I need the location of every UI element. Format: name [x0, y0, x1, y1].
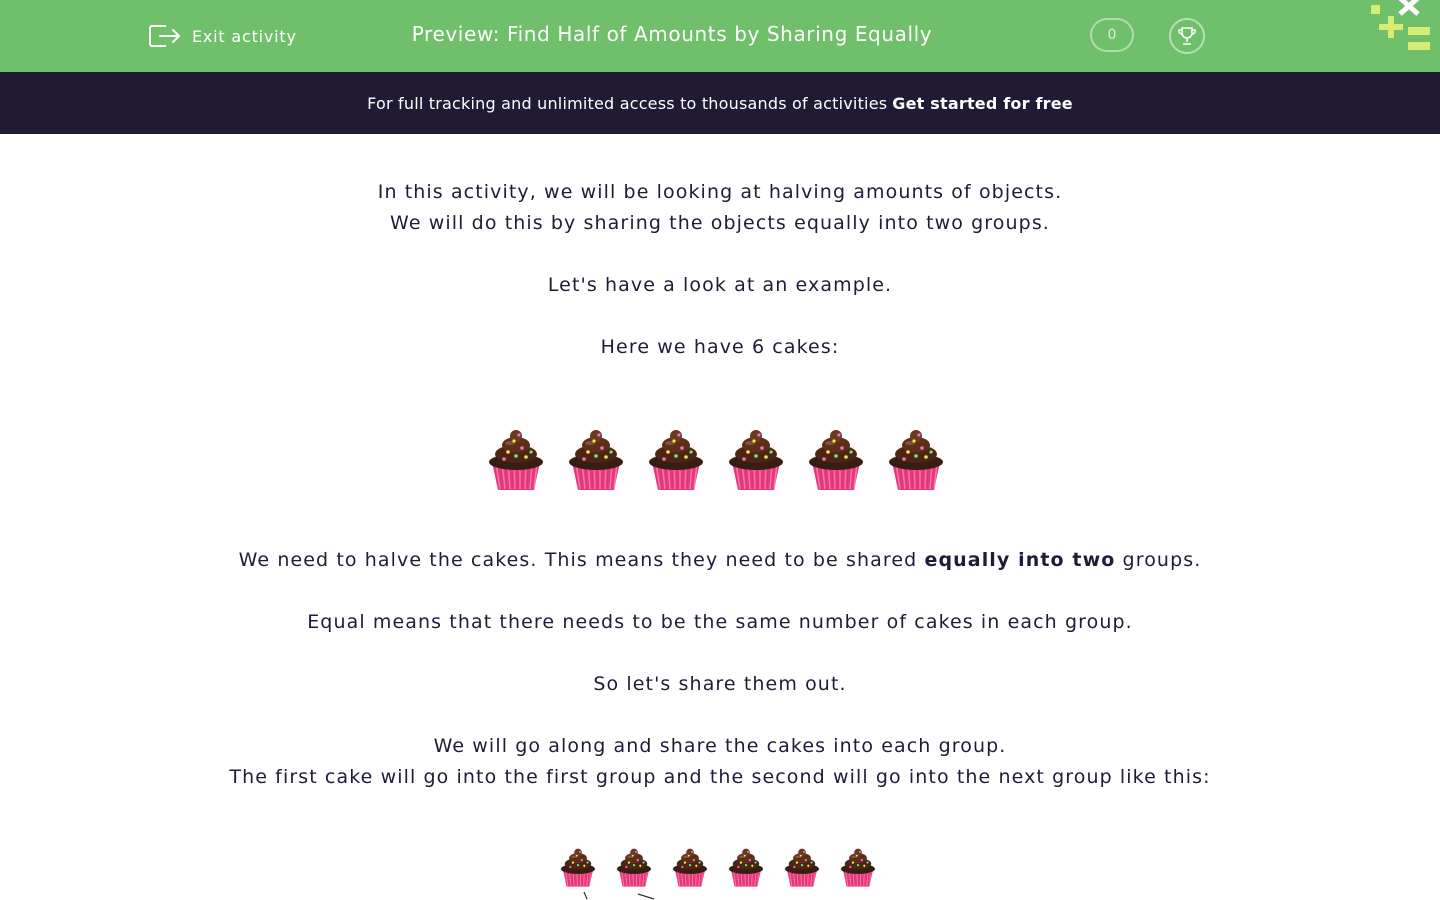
- cupcake-icon: [486, 426, 546, 492]
- logo-shapes: [1371, 0, 1430, 50]
- go-along-text: We will go along and share the cakes int…: [433, 735, 1007, 757]
- here-we-have-text: Here we have 6 cakes:: [600, 336, 840, 358]
- cupcake-icon: [783, 846, 821, 888]
- cupcake-icon: [646, 426, 706, 492]
- example-text: Let's have a look at an example.: [547, 274, 893, 296]
- halve-text-end: groups.: [1115, 549, 1202, 571]
- cupcake-icon: [671, 846, 709, 888]
- intro-line-2: We will do this by sharing the objects e…: [390, 212, 1050, 234]
- banner-text: For full tracking and unlimited access t…: [367, 93, 888, 113]
- cupcake-icon: [727, 846, 765, 888]
- signup-banner: For full tracking and unlimited access t…: [0, 72, 1440, 134]
- cupcake-icon: [559, 846, 597, 888]
- exit-activity-label: Exit activity: [192, 26, 297, 46]
- get-started-link[interactable]: Get started for free: [892, 94, 1073, 113]
- cakes-row-small: [559, 846, 877, 888]
- cupcake-icon: [886, 426, 946, 492]
- cupcake-icon: [839, 846, 877, 888]
- cupcake-icon: [615, 846, 653, 888]
- equal-means-text: Equal means that there needs to be the s…: [307, 611, 1133, 633]
- intro-line-1: In this activity, we will be looking at …: [377, 181, 1063, 203]
- exit-icon: [149, 25, 180, 47]
- share-out-text: So let's share them out.: [593, 673, 847, 695]
- cupcake-icon: [566, 426, 626, 492]
- activity-title: Preview: Find Half of Amounts by Sharing…: [411, 22, 933, 46]
- exit-activity-button[interactable]: Exit activity: [148, 20, 297, 52]
- cupcake-icon: [726, 426, 786, 492]
- score-badge: 0: [1090, 18, 1134, 52]
- top-bar: Exit activity Preview: Find Half of Amou…: [0, 0, 1440, 72]
- sharing-arrows: [583, 891, 655, 900]
- cupcake-icon: [806, 426, 866, 492]
- halve-text-bold: equally into two: [924, 549, 1116, 571]
- halve-text: We need to halve the cakes. This means t…: [0, 545, 1440, 576]
- cakes-row-large: [486, 426, 946, 492]
- first-cake-text: The first cake will go into the first gr…: [229, 766, 1211, 788]
- trophy-icon: [1178, 27, 1196, 45]
- trophy-button[interactable]: [1169, 18, 1205, 54]
- halve-text-start: We need to halve the cakes. This means t…: [238, 549, 925, 571]
